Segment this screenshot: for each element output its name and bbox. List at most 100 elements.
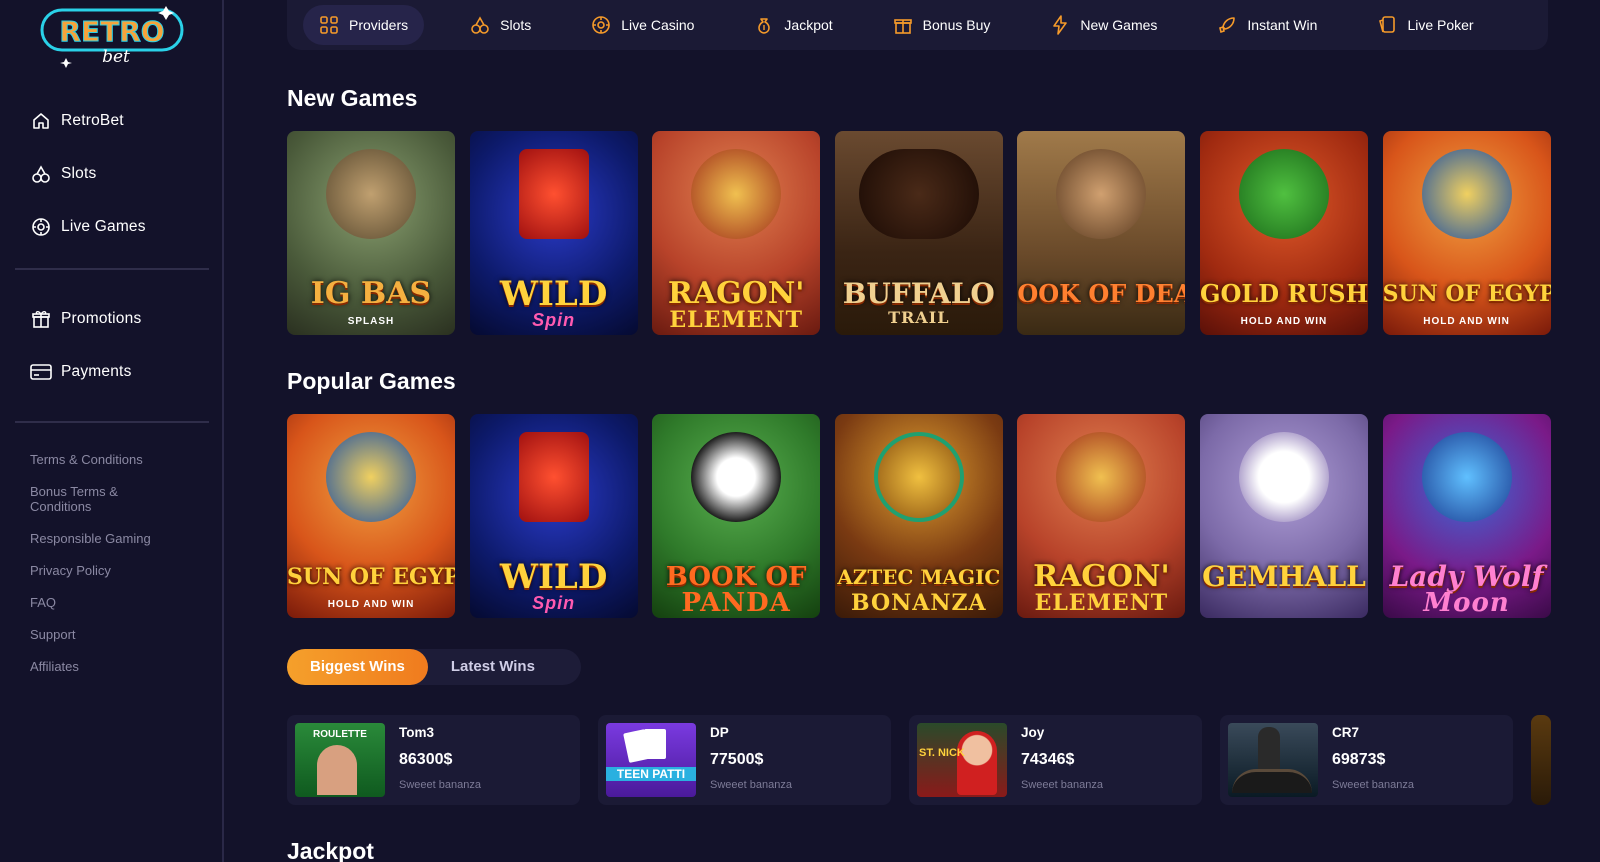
category-label: Bonus Buy [922,17,991,33]
win-card[interactable]: CR7 69873$ Sweeet bananza [1220,715,1513,805]
game-tile[interactable]: IG BAS SPLASH [287,131,455,335]
category-slots[interactable]: Slots [462,5,539,45]
game-subtitle: Spin [532,593,576,613]
category-bar: Providers Slots Live Casino Jackpot Bonu… [287,0,1548,50]
win-amount: 77500$ [710,751,764,768]
chip-icon [592,16,611,34]
thumb-label: TEEN PATTI [606,767,696,781]
sidebar-item-slots[interactable]: Slots [30,147,210,200]
link-faq[interactable]: FAQ [30,595,200,610]
win-game-name: Sweeet bananza [1332,779,1414,791]
grid-icon [320,16,338,34]
game-tile[interactable]: RAGON' ELEMENT [1017,414,1186,618]
win-card[interactable]: TEEN PATTI DP 77500$ Sweeet bananza [598,715,891,805]
game-art [873,432,964,522]
game-title: OOK OF DEA [1017,279,1186,308]
card-icon [30,361,52,383]
game-subtitle: ELEMENT [1034,590,1169,616]
category-label: Live Casino [621,17,695,33]
slots-icon [471,16,489,34]
win-card-partial[interactable] [1531,715,1551,805]
category-instant-win[interactable]: Instant Win [1209,5,1325,45]
link-terms[interactable]: Terms & Conditions [30,452,200,467]
game-title: RAGON' [667,276,805,311]
category-label: Live Poker [1407,17,1474,33]
gift-icon [30,308,52,330]
tab-biggest-wins[interactable]: Biggest Wins [287,649,428,685]
game-art [326,432,416,522]
category-new-games[interactable]: New Games [1042,5,1165,45]
game-title: GOLD RUSH [1199,279,1368,308]
popular-games-row: SUN OF EGYPT 3 HOLD AND WIN WILD Spin BO… [287,414,1551,618]
category-jackpot[interactable]: Jackpot [746,5,840,45]
game-title: IG BAS [310,276,432,311]
retrobet-logo[interactable]: RETRO bet [38,4,188,68]
sidebar-item-promotions[interactable]: Promotions [30,292,210,345]
win-username: DP [710,725,729,740]
game-title: RAGON' [1033,559,1170,594]
win-game-name: Sweeet bananza [1021,779,1103,791]
sidebar-item-retrobet[interactable]: RetroBet [30,94,210,147]
game-subtitle: HOLD AND WIN [1240,316,1328,327]
game-subtitle: PANDA [681,588,791,618]
game-tile[interactable]: OOK OF DEA [1017,131,1186,335]
game-tile[interactable]: RAGON' ELEMENT [652,131,821,335]
game-subtitle: Spin [532,310,576,330]
win-game-thumbnail: TEEN PATTI [606,723,696,797]
category-label: New Games [1080,17,1158,33]
sidebar-divider [15,268,209,270]
game-tile[interactable]: BUFFALO TRAIL [834,131,1003,335]
link-bonus-terms[interactable]: Bonus Terms & Conditions [30,484,140,514]
game-tile[interactable]: GOLD RUSH HOLD AND WIN [1199,131,1368,335]
game-subtitle: ELEMENT [669,307,803,333]
link-responsible-gaming[interactable]: Responsible Gaming [30,531,200,546]
link-support[interactable]: Support [30,627,200,642]
game-art [326,149,416,239]
win-card[interactable]: ST. NICK Joy 74346$ Sweeet bananza [909,715,1202,805]
category-providers[interactable]: Providers [303,5,425,45]
game-tile[interactable]: SUN OF EGYPT 3 HOLD AND WIN [1382,131,1551,335]
game-art [858,149,979,239]
sidebar-item-live-games[interactable]: Live Games [30,200,210,253]
game-subtitle: TRAIL [888,308,950,327]
win-card[interactable]: ROULETTE Tom3 86300$ Sweeet bananza [287,715,580,805]
thumb-label: ST. NICK [919,747,965,759]
win-amount: 86300$ [399,751,453,768]
link-privacy-policy[interactable]: Privacy Policy [30,563,200,578]
gift-icon [893,19,912,34]
link-affiliates[interactable]: Affiliates [30,659,200,674]
dealer-figure [317,745,357,795]
game-title: WILD [499,557,608,597]
win-game-name: Sweeet bananza [399,779,481,791]
tab-latest-wins[interactable]: Latest Wins [428,649,558,685]
sidebar-item-label: Live Games [61,217,146,235]
game-art [691,149,782,239]
game-subtitle: SPLASH [347,316,395,327]
sidebar-footer-links: Terms & Conditions Bonus Terms & Conditi… [30,452,200,691]
category-label: Instant Win [1247,17,1318,33]
game-tile[interactable]: SUN OF EGYPT 3 HOLD AND WIN [287,414,455,618]
win-username: Tom3 [399,725,435,740]
game-tile[interactable]: BOOK OF PANDA [652,414,821,618]
thumb-label: ROULETTE [313,729,367,740]
game-tile[interactable]: WILD Spin [469,131,638,335]
card-figure [644,729,666,759]
category-live-poker[interactable]: Live Poker [1369,5,1481,45]
sidebar: RETRO bet RetroBet Slots Live Games Prom… [0,0,224,862]
category-label: Providers [349,17,409,33]
category-live-casino[interactable]: Live Casino [583,5,702,45]
game-title: BUFFALO [842,277,995,310]
win-game-thumbnail: ROULETTE [295,723,385,797]
category-bonus-buy[interactable]: Bonus Buy [885,5,999,45]
section-title-popular-games: Popular Games [287,368,456,394]
sidebar-secondary-nav: Promotions Payments [30,292,210,398]
game-tile[interactable]: GEMHALL [1199,414,1368,618]
lightning-icon [1053,15,1068,35]
game-art [691,432,782,522]
game-tile[interactable]: AZTEC MAGIC BONANZA [834,414,1003,618]
game-subtitle: HOLD AND WIN [1423,316,1510,327]
win-amount: 69873$ [1332,751,1386,768]
sidebar-item-payments[interactable]: Payments [30,345,210,398]
game-tile[interactable]: WILD Spin [469,414,638,618]
game-tile[interactable]: Lady Wolf Moon [1382,414,1551,618]
